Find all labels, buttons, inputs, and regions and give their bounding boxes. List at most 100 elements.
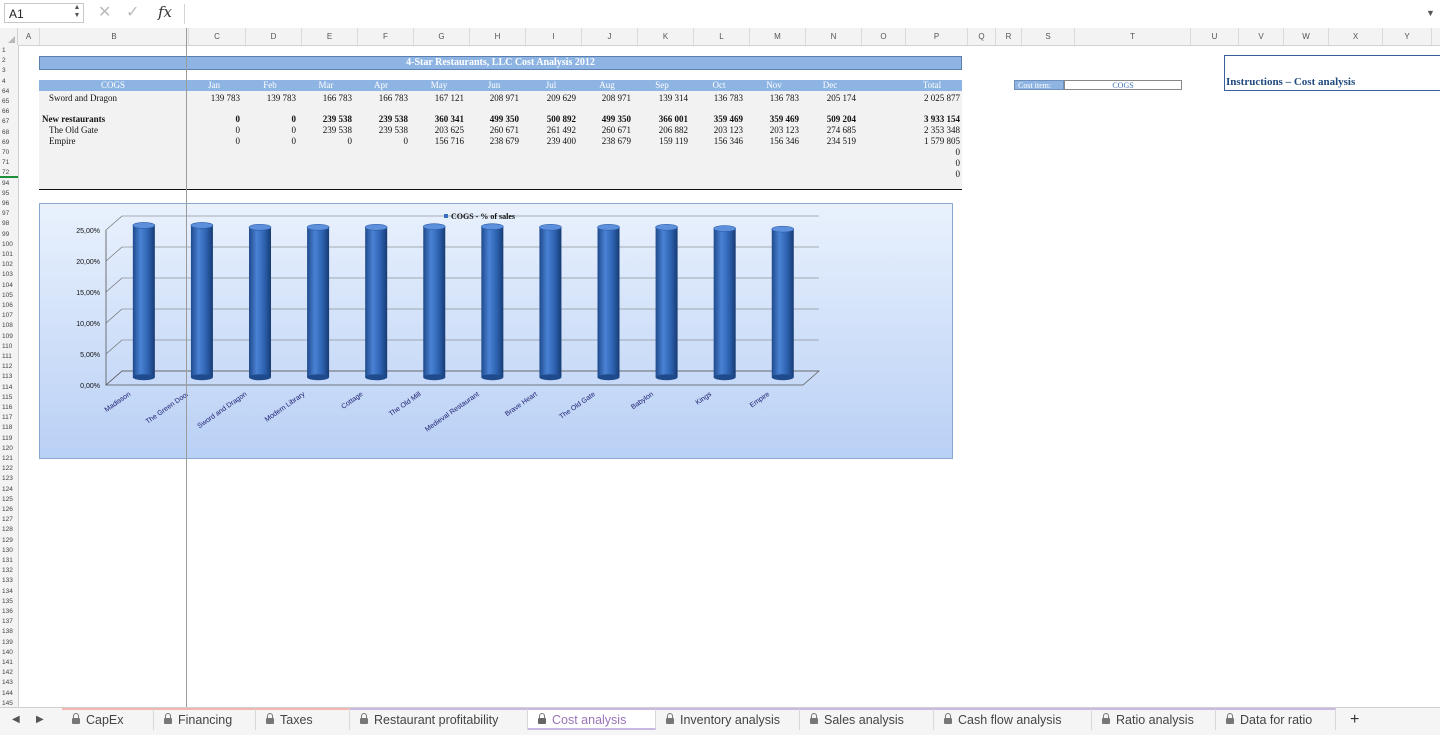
table-cell[interactable]: 0 bbox=[292, 136, 353, 147]
row-header-65[interactable]: 65 bbox=[0, 98, 18, 105]
header-cell-feb[interactable]: Feb bbox=[240, 80, 300, 91]
column-header-e[interactable]: E bbox=[302, 28, 358, 45]
header-cell-nov[interactable]: Nov bbox=[744, 80, 804, 91]
row-header-101[interactable]: 101 bbox=[0, 251, 18, 258]
row-header-114[interactable]: 114 bbox=[0, 384, 18, 391]
table-cell[interactable]: 261 492 bbox=[516, 125, 576, 136]
row-label[interactable]: Sword and Dragon bbox=[49, 93, 117, 104]
table-cell[interactable]: 208 971 bbox=[459, 93, 519, 104]
row-header-136[interactable]: 136 bbox=[0, 608, 18, 615]
confirm-icon[interactable]: ✓ bbox=[126, 4, 139, 22]
row-header-106[interactable]: 106 bbox=[0, 302, 18, 309]
row-header-3[interactable]: 3 bbox=[0, 67, 18, 74]
row-header-135[interactable]: 135 bbox=[0, 598, 18, 605]
add-sheet-button[interactable]: + bbox=[1350, 711, 1359, 729]
row-header-118[interactable]: 118 bbox=[0, 424, 18, 431]
column-header-j[interactable]: J bbox=[582, 28, 638, 45]
row-header-1[interactable]: 1 bbox=[0, 47, 18, 54]
row-header-99[interactable]: 99 bbox=[0, 231, 18, 238]
table-cell[interactable]: 239 538 bbox=[292, 114, 352, 125]
tab-cash-flow-analysis[interactable]: Cash flow analysis bbox=[934, 708, 1092, 730]
row-header-112[interactable]: 112 bbox=[0, 363, 18, 370]
header-cell-may[interactable]: May bbox=[409, 80, 469, 91]
row-header-68[interactable]: 68 bbox=[0, 129, 18, 136]
row-header-102[interactable]: 102 bbox=[0, 261, 18, 268]
table-cell[interactable]: 238 679 bbox=[571, 136, 631, 147]
row-header-117[interactable]: 117 bbox=[0, 414, 18, 421]
tab-taxes[interactable]: Taxes bbox=[256, 708, 350, 730]
row-header-111[interactable]: 111 bbox=[0, 353, 18, 360]
header-cell-oct[interactable]: Oct bbox=[689, 80, 749, 91]
header-cell-aug[interactable]: Aug bbox=[577, 80, 637, 91]
tab-cost-analysis[interactable]: Cost analysis bbox=[528, 708, 656, 730]
row-header-127[interactable]: 127 bbox=[0, 516, 18, 523]
table-cell[interactable]: 2 025 877 bbox=[900, 93, 960, 104]
column-header-b[interactable]: B bbox=[40, 28, 189, 45]
header-cell-mar[interactable]: Mar bbox=[296, 80, 356, 91]
row-header-144[interactable]: 144 bbox=[0, 690, 18, 697]
table-cell[interactable]: 239 538 bbox=[348, 125, 408, 136]
table-cell[interactable]: 1 579 805 bbox=[900, 136, 960, 147]
header-cell-dec[interactable]: Dec bbox=[800, 80, 860, 91]
table-cell[interactable]: 156 346 bbox=[739, 136, 799, 147]
table-cell[interactable]: 0 bbox=[900, 147, 961, 158]
column-header-q[interactable]: Q bbox=[968, 28, 996, 45]
row-header-72[interactable]: 72 bbox=[0, 169, 18, 179]
row-label[interactable]: Empire bbox=[49, 136, 76, 147]
table-cell[interactable]: 0 bbox=[236, 136, 297, 147]
row-header-121[interactable]: 121 bbox=[0, 455, 18, 462]
column-header-d[interactable]: D bbox=[246, 28, 302, 45]
table-cell[interactable]: 159 119 bbox=[628, 136, 688, 147]
table-cell[interactable]: 359 469 bbox=[739, 114, 799, 125]
row-header-137[interactable]: 137 bbox=[0, 618, 18, 625]
row-header-143[interactable]: 143 bbox=[0, 679, 18, 686]
row-header-142[interactable]: 142 bbox=[0, 669, 18, 676]
header-cell-sep[interactable]: Sep bbox=[632, 80, 692, 91]
table-cell[interactable]: 0 bbox=[900, 158, 961, 169]
row-header-128[interactable]: 128 bbox=[0, 526, 18, 533]
table-cell[interactable]: 260 671 bbox=[571, 125, 631, 136]
table-cell[interactable]: 0 bbox=[180, 136, 241, 147]
table-cell[interactable]: 499 350 bbox=[459, 114, 519, 125]
cost-item-select[interactable]: COGS bbox=[1064, 80, 1182, 90]
table-cell[interactable]: 167 121 bbox=[404, 93, 464, 104]
row-header-96[interactable]: 96 bbox=[0, 200, 18, 207]
table-cell[interactable]: 209 629 bbox=[516, 93, 576, 104]
row-header-105[interactable]: 105 bbox=[0, 292, 18, 299]
column-header-r[interactable]: R bbox=[996, 28, 1022, 45]
row-header-130[interactable]: 130 bbox=[0, 547, 18, 554]
column-header-n[interactable]: N bbox=[806, 28, 862, 45]
row-header-97[interactable]: 97 bbox=[0, 210, 18, 217]
row-header-66[interactable]: 66 bbox=[0, 108, 18, 115]
table-cell[interactable]: 156 716 bbox=[404, 136, 464, 147]
column-header-t[interactable]: T bbox=[1075, 28, 1191, 45]
tab-inventory-analysis[interactable]: Inventory analysis bbox=[656, 708, 800, 730]
column-header-o[interactable]: O bbox=[862, 28, 906, 45]
tab-sales-analysis[interactable]: Sales analysis bbox=[800, 708, 934, 730]
table-cell[interactable]: 203 123 bbox=[739, 125, 799, 136]
row-header-141[interactable]: 141 bbox=[0, 659, 18, 666]
name-box-stepper-icon[interactable]: ▲ ▼ bbox=[72, 4, 82, 22]
table-cell[interactable]: 0 bbox=[180, 125, 241, 136]
table-cell[interactable]: 203 123 bbox=[683, 125, 743, 136]
cogs-chart[interactable]: 0,00% 5,00% 10,00% 15,00% 20,00% 25,00% COGS -… bbox=[39, 203, 953, 459]
column-header-f[interactable]: F bbox=[358, 28, 414, 45]
column-header-h[interactable]: H bbox=[470, 28, 526, 45]
table-cell[interactable]: 239 538 bbox=[292, 125, 352, 136]
table-cell[interactable]: 156 346 bbox=[683, 136, 743, 147]
table-cell[interactable]: 205 174 bbox=[796, 93, 856, 104]
table-cell[interactable]: 260 671 bbox=[459, 125, 519, 136]
table-cell[interactable]: 203 625 bbox=[404, 125, 464, 136]
row-header-131[interactable]: 131 bbox=[0, 557, 18, 564]
cancel-icon[interactable]: ✕ bbox=[98, 4, 111, 22]
row-header-108[interactable]: 108 bbox=[0, 322, 18, 329]
tab-ratio-analysis[interactable]: Ratio analysis bbox=[1092, 708, 1216, 730]
table-cell[interactable]: 239 538 bbox=[348, 114, 408, 125]
table-cell[interactable]: 0 bbox=[348, 136, 409, 147]
row-header-120[interactable]: 120 bbox=[0, 445, 18, 452]
row-label[interactable]: New restaurants bbox=[42, 114, 105, 125]
sheet-title[interactable]: 4-Star Restaurants, LLC Cost Analysis 20… bbox=[39, 56, 962, 70]
row-header-94[interactable]: 94 bbox=[0, 180, 18, 187]
table-cell[interactable]: 208 971 bbox=[571, 93, 631, 104]
table-cell[interactable]: 139 783 bbox=[236, 93, 296, 104]
